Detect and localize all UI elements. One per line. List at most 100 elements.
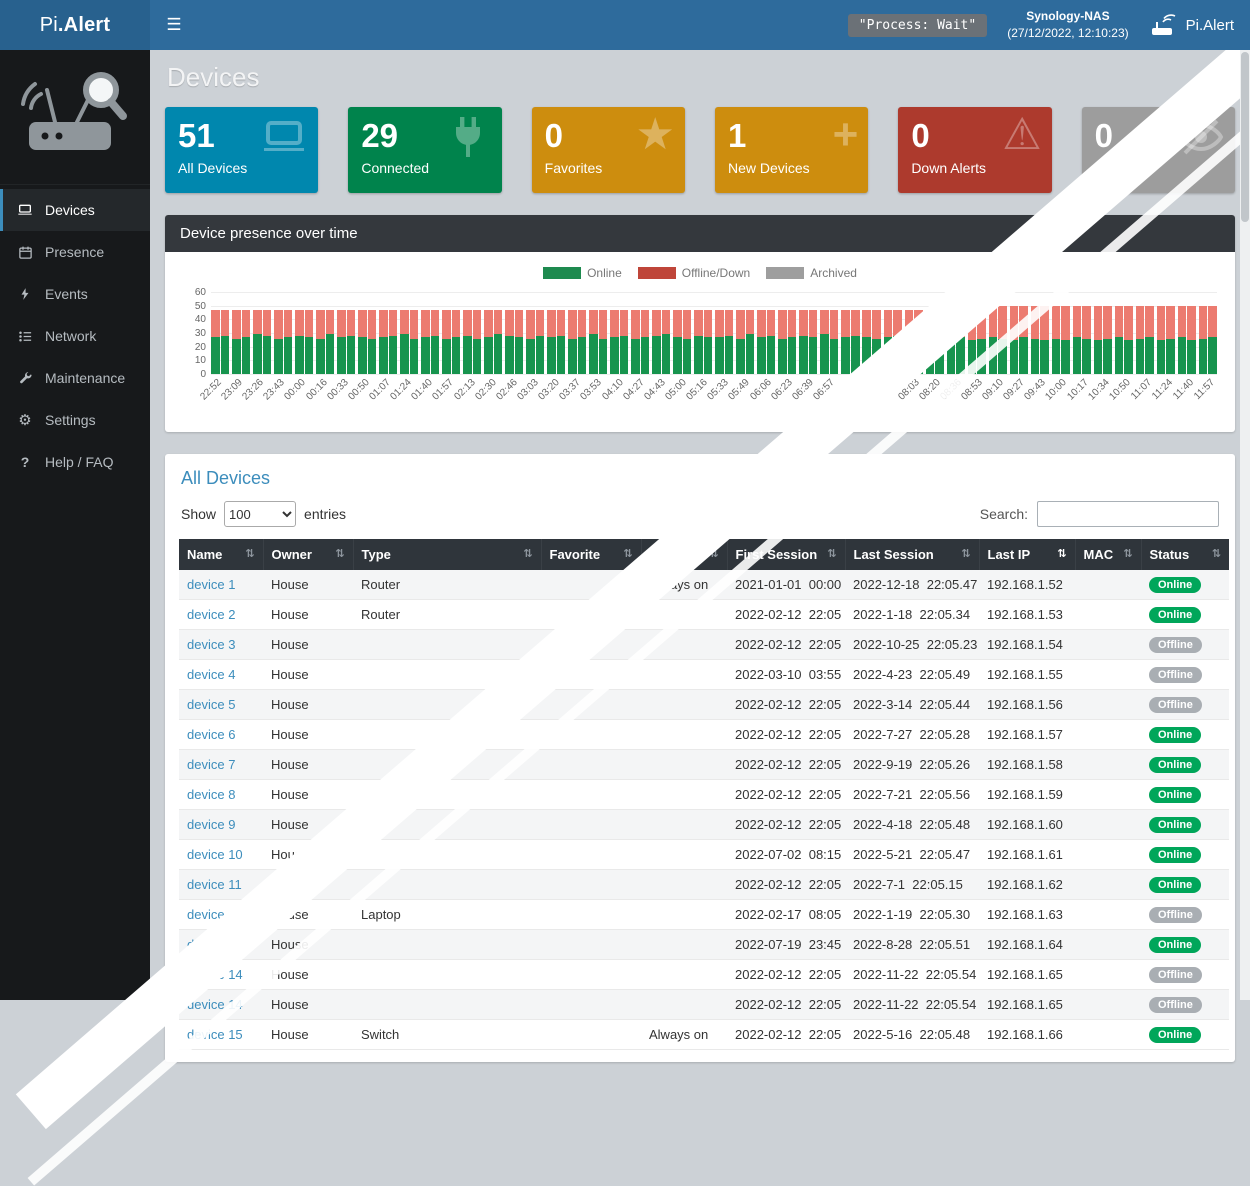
device-link[interactable]: device 1 <box>187 577 235 592</box>
device-link[interactable]: device 10 <box>187 847 243 862</box>
col-header-status[interactable]: ⇅ Status <box>1141 539 1229 570</box>
device-link[interactable]: device 3 <box>187 637 235 652</box>
sidebar-item-help-faq[interactable]: ?Help / FAQ <box>0 441 150 483</box>
device-link[interactable]: device 5 <box>187 697 235 712</box>
cell-type <box>353 990 541 1020</box>
vertical-scrollbar[interactable] <box>1240 50 1250 1000</box>
table-row: device 9House2022-02-12 22:052022-4-18 2… <box>179 810 1229 840</box>
sidebar-item-presence[interactable]: Presence <box>0 231 150 273</box>
devices-table-title: All Devices <box>181 468 1219 489</box>
sort-icon[interactable]: ⇅ <box>961 547 970 560</box>
summary-card-connected[interactable]: 29Connected <box>348 107 501 193</box>
x-tick: 08:53 <box>966 374 984 420</box>
page-title: Devices <box>167 62 1235 93</box>
brand-logo[interactable]: Pi.Alert <box>0 0 150 50</box>
cell-first-session: 2022-02-12 22:05 <box>727 780 845 810</box>
device-link[interactable]: device 12 <box>187 907 243 922</box>
cell-favorite <box>541 900 641 930</box>
bar-group <box>442 292 460 374</box>
x-tick: 04:27 <box>628 374 646 420</box>
cell-type <box>353 810 541 840</box>
status-badge: Online <box>1149 607 1201 623</box>
col-header-name[interactable]: ⇅Name <box>179 539 263 570</box>
stacked-bar <box>389 310 398 374</box>
device-link[interactable]: device 7 <box>187 757 235 772</box>
x-tick-label: 09:43 <box>1023 377 1048 402</box>
col-header-group[interactable]: ⇅Group <box>641 539 727 570</box>
status-badge: Online <box>1149 757 1201 773</box>
sort-icon[interactable]: ⇅ <box>245 547 254 560</box>
sidebar-item-maintenance[interactable]: Maintenance <box>0 357 150 399</box>
device-link[interactable]: device 14 <box>187 997 243 1012</box>
entries-select[interactable]: 100 <box>224 501 296 527</box>
sort-icon[interactable]: ⇅ <box>623 547 632 560</box>
cell-last-session: 2022-4-18 22:05.48 <box>845 810 979 840</box>
device-link[interactable]: device 15 <box>187 1027 243 1042</box>
cell-last-session: 2022-7-21 22:05.56 <box>845 780 979 810</box>
stacked-bar <box>1199 306 1208 374</box>
col-header-last-ip[interactable]: ⇅Last IP <box>979 539 1075 570</box>
summary-card-archived[interactable]: 0Archived <box>1082 107 1235 193</box>
stacked-bar <box>989 306 998 374</box>
summary-card-new-devices[interactable]: 1New Devices+ <box>715 107 868 193</box>
stacked-bar <box>505 310 514 374</box>
legend-item-offline-down: Offline/Down <box>638 266 750 280</box>
col-header-first-session[interactable]: ⇅First Session <box>727 539 845 570</box>
col-header-type[interactable]: ⇅Type <box>353 539 541 570</box>
device-link[interactable]: device 2 <box>187 607 235 622</box>
cell-status: Online <box>1141 870 1229 900</box>
col-header-favorite[interactable]: ⇅Favorite <box>541 539 641 570</box>
bar-group <box>568 292 586 374</box>
device-link[interactable]: device 6 <box>187 727 235 742</box>
table-row: device 4House2022-03-10 03:552022-4-23 2… <box>179 660 1229 690</box>
stacked-bar <box>683 310 692 374</box>
device-link[interactable]: device 14 <box>187 967 243 982</box>
search-input[interactable] <box>1037 501 1219 527</box>
summary-card-down-alerts[interactable]: 0Down Alerts⚠ <box>898 107 1051 193</box>
col-header-mac[interactable]: ⇅MAC <box>1075 539 1141 570</box>
sidebar-item-network[interactable]: Network <box>0 315 150 357</box>
device-link[interactable]: device 4 <box>187 667 235 682</box>
sort-icon[interactable]: ⇅ <box>1057 547 1066 560</box>
summary-card-all-devices[interactable]: 51All Devices <box>165 107 318 193</box>
bar-group <box>905 292 923 374</box>
summary-card-favorites[interactable]: 0Favorites★ <box>532 107 685 193</box>
sidebar-item-devices[interactable]: Devices <box>0 189 150 231</box>
cell-last-session: 2022-12-18 22:05.47 <box>845 570 979 600</box>
cell-mac <box>1075 1020 1141 1050</box>
cell-last-ip: 192.168.1.65 <box>979 960 1075 990</box>
device-link[interactable]: device 11 <box>187 877 242 892</box>
sidebar-item-settings[interactable]: ⚙Settings <box>0 399 150 441</box>
chart-y-axis: 0102030405060 <box>185 292 211 374</box>
x-tick-label: 02:13 <box>452 377 477 402</box>
sidebar-item-events[interactable]: Events <box>0 273 150 315</box>
sort-icon[interactable]: ⇅ <box>709 547 718 560</box>
stacked-bar <box>620 310 629 374</box>
router-icon <box>1149 13 1177 37</box>
sort-icon[interactable]: ⇅ <box>335 547 344 560</box>
x-tick-label: 07:47 <box>875 377 900 402</box>
col-header-last-session[interactable]: ⇅Last Session <box>845 539 979 570</box>
col-header-label: Status <box>1150 547 1190 562</box>
device-link[interactable]: device 13 <box>187 937 243 952</box>
main-content: Devices 51All Devices 29Connected 0Favorit… <box>150 50 1250 1000</box>
device-link[interactable]: device 8 <box>187 787 235 802</box>
scrollbar-thumb[interactable] <box>1241 52 1249 222</box>
cell-name: device 7 <box>179 750 263 780</box>
col-header-owner[interactable]: ⇅Owner <box>263 539 353 570</box>
cell-owner: House <box>263 750 353 780</box>
device-link[interactable]: device 9 <box>187 817 235 832</box>
sort-icon[interactable]: ⇅ <box>523 547 532 560</box>
sort-icon[interactable]: ⇅ <box>1212 547 1221 560</box>
sort-icon[interactable]: ⇅ <box>827 547 836 560</box>
sort-icon[interactable]: ⇅ <box>1123 547 1132 560</box>
cell-type <box>353 660 541 690</box>
bar-group <box>547 292 565 374</box>
cell-owner: House <box>263 930 353 960</box>
stacked-bar <box>589 310 598 374</box>
hamburger-menu-icon[interactable]: ☰ <box>150 0 198 50</box>
host-timestamp: (27/12/2022, 12:10:23) <box>1007 26 1128 40</box>
stacked-bar <box>715 310 724 374</box>
cell-mac <box>1075 870 1141 900</box>
presence-panel-body: OnlineOffline/DownArchived 0102030405060… <box>165 252 1235 432</box>
